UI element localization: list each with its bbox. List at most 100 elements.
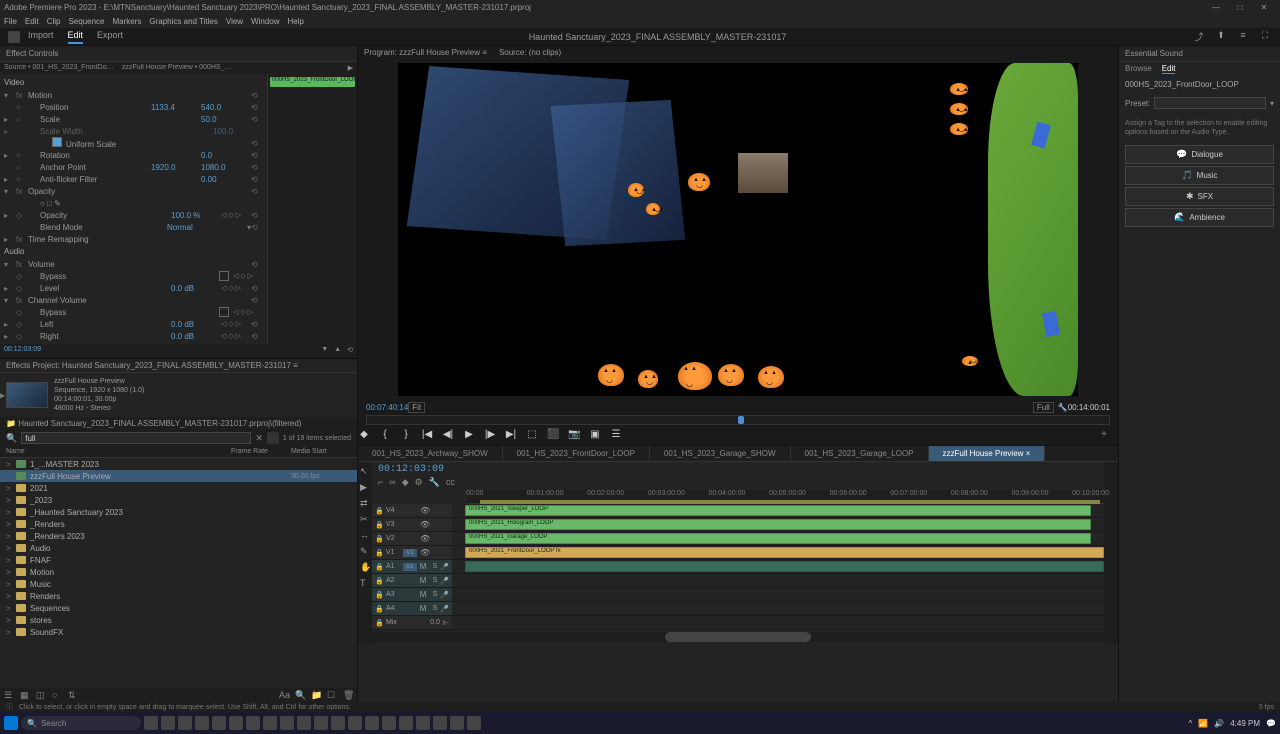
solo-icon[interactable]: S	[433, 563, 438, 570]
lift-icon[interactable]: ⬚	[526, 429, 538, 441]
anchor-prop[interactable]: Anchor Point	[28, 163, 151, 172]
new-item-icon[interactable]: ☐	[327, 690, 337, 700]
effect-zoom-icon[interactable]: ▲	[334, 346, 341, 356]
project-item[interactable]: >Music	[0, 578, 357, 590]
track-content[interactable]: 000HS_2021_FrontDoor_LOOP fx	[452, 546, 1104, 559]
razor-tool-icon[interactable]: ✂	[360, 514, 370, 524]
track-header[interactable]: 🔒A4MS🎤	[372, 602, 452, 615]
minimize-button[interactable]: —	[1204, 3, 1228, 12]
tl-snap-icon[interactable]: ⌐	[378, 477, 383, 488]
effect-controls-tab[interactable]: Effect Controls	[0, 46, 357, 62]
new-bin-icon[interactable]: 📁	[311, 690, 321, 700]
track-content[interactable]: 000HS_2021_Hologram_LOOP	[452, 518, 1104, 531]
tab-import[interactable]: Import	[28, 30, 54, 44]
comparison-view-icon[interactable]: ▣	[589, 429, 601, 441]
col-mediastart[interactable]: Media Start	[291, 448, 351, 455]
home-icon[interactable]	[8, 31, 20, 43]
project-item[interactable]: >Sequences	[0, 602, 357, 614]
selection-tool-icon[interactable]: ↖	[360, 466, 370, 476]
add-marker-icon[interactable]: ◆	[358, 429, 370, 441]
es-preset-dropdown[interactable]	[1154, 97, 1266, 109]
zoom-slider[interactable]: ○	[52, 690, 62, 700]
col-name[interactable]: Name	[6, 448, 231, 455]
project-search-input[interactable]	[21, 432, 251, 444]
menu-edit[interactable]: Edit	[25, 17, 39, 26]
quick-export-icon[interactable]: ⤴	[1192, 30, 1206, 44]
ripple-tool-icon[interactable]: ⇄	[360, 498, 370, 508]
es-tag-button[interactable]: 🌊Ambience	[1125, 208, 1274, 227]
program-playhead[interactable]	[738, 416, 744, 424]
voice-icon[interactable]: 🎤	[440, 577, 449, 585]
project-thumbnail[interactable]	[6, 382, 48, 408]
track-content[interactable]	[452, 602, 1104, 615]
tl-cc-icon[interactable]: cc	[446, 477, 455, 488]
timeline-tc[interactable]: 00:12:03:09	[378, 464, 444, 475]
track-content[interactable]: 000HS_2021_Garage_LOOP	[452, 532, 1104, 545]
task-icon[interactable]	[467, 716, 481, 730]
task-icon[interactable]	[314, 716, 328, 730]
task-icon[interactable]	[416, 716, 430, 730]
close-button[interactable]: ✕	[1252, 3, 1276, 12]
task-icon[interactable]	[399, 716, 413, 730]
project-item[interactable]: >Motion	[0, 566, 357, 578]
blend-prop[interactable]: Blend Mode	[28, 223, 167, 232]
task-icon[interactable]	[450, 716, 464, 730]
task-icon[interactable]	[195, 716, 209, 730]
project-item[interactable]: >_Haunted Sanctuary 2023	[0, 506, 357, 518]
source-tab-2[interactable]: zzzFull House Preview • 000HS_2023_Front…	[122, 64, 232, 72]
source-patch[interactable]: A1	[403, 563, 417, 571]
tl-settings-icon[interactable]: ⚙	[415, 477, 423, 488]
time-remap-section[interactable]: Time Remapping	[28, 235, 263, 244]
go-to-out-icon[interactable]: ▶|	[505, 429, 517, 441]
track-header[interactable]: 🔒V4👁	[372, 504, 452, 517]
extract-icon[interactable]: ⬛	[547, 429, 559, 441]
solo-icon[interactable]: S	[433, 577, 438, 584]
rotation-prop[interactable]: Rotation	[28, 151, 201, 160]
menu-window[interactable]: Window	[251, 17, 279, 26]
opacity-section[interactable]: Opacity	[28, 187, 251, 196]
es-tag-button[interactable]: 🎵Music	[1125, 166, 1274, 185]
project-item[interactable]: >Renders	[0, 590, 357, 602]
track-header[interactable]: 🔒A2MS🎤	[372, 574, 452, 587]
timeline-tab[interactable]: 001_HS_2023_FrontDoor_LOOP	[503, 446, 650, 461]
program-tc-current[interactable]: 00:07:40:14	[366, 403, 408, 412]
track-toggle-icon[interactable]: 👁	[420, 506, 430, 515]
task-icon[interactable]	[263, 716, 277, 730]
type-tool-icon[interactable]: T	[360, 578, 370, 588]
task-icon[interactable]	[161, 716, 175, 730]
effect-filter-icon[interactable]: ▼	[321, 346, 328, 356]
program-fit-dropdown[interactable]: Fit	[408, 402, 425, 413]
track-content[interactable]	[452, 560, 1104, 573]
track-lock-icon[interactable]: 🔒	[375, 591, 383, 599]
es-browse-tab[interactable]: Browse	[1125, 64, 1152, 74]
project-panel-header[interactable]: Effects Project: Haunted Sanctuary_2023_…	[0, 359, 357, 373]
program-viewport[interactable]	[398, 63, 1078, 396]
es-edit-tab[interactable]: Edit	[1162, 64, 1176, 74]
close-tab-icon[interactable]: ×	[1023, 449, 1030, 458]
menu-view[interactable]: View	[226, 17, 243, 26]
timeline-tab[interactable]: 001_HS_2023_Garage_SHOW	[650, 446, 791, 461]
freeform-view-icon[interactable]: ◫	[36, 690, 46, 700]
project-item[interactable]: >SoundFX	[0, 626, 357, 638]
menu-graphics[interactable]: Graphics and Titles	[149, 17, 217, 26]
slip-tool-icon[interactable]: ↔	[360, 530, 370, 540]
maximize-button[interactable]: □	[1228, 3, 1252, 12]
tl-marker-icon[interactable]: ◆	[402, 477, 409, 488]
es-tag-button[interactable]: 💬Dialogue	[1125, 145, 1274, 164]
program-tab[interactable]: Program: zzzFull House Preview ≡	[364, 48, 487, 57]
project-item[interactable]: >FNAF	[0, 554, 357, 566]
add-button-icon[interactable]: +	[1098, 429, 1110, 441]
task-icon[interactable]	[178, 716, 192, 730]
delete-icon[interactable]: 🗑	[343, 690, 353, 700]
start-button[interactable]	[4, 716, 18, 730]
motion-prop[interactable]: Motion	[28, 91, 251, 100]
task-icon[interactable]	[144, 716, 158, 730]
col-framerate[interactable]: Frame Rate	[231, 448, 291, 455]
tl-wrench-icon[interactable]: 🔧	[429, 477, 440, 488]
task-icon[interactable]	[246, 716, 260, 730]
level-prop[interactable]: Level	[28, 284, 171, 293]
track-header[interactable]: 🔒A1A1MS🎤	[372, 560, 452, 573]
mix-level[interactable]: 0.0	[430, 619, 440, 626]
es-tag-button[interactable]: ✱SFX	[1125, 187, 1274, 206]
workspace-menu-icon[interactable]: ≡	[1236, 30, 1250, 44]
